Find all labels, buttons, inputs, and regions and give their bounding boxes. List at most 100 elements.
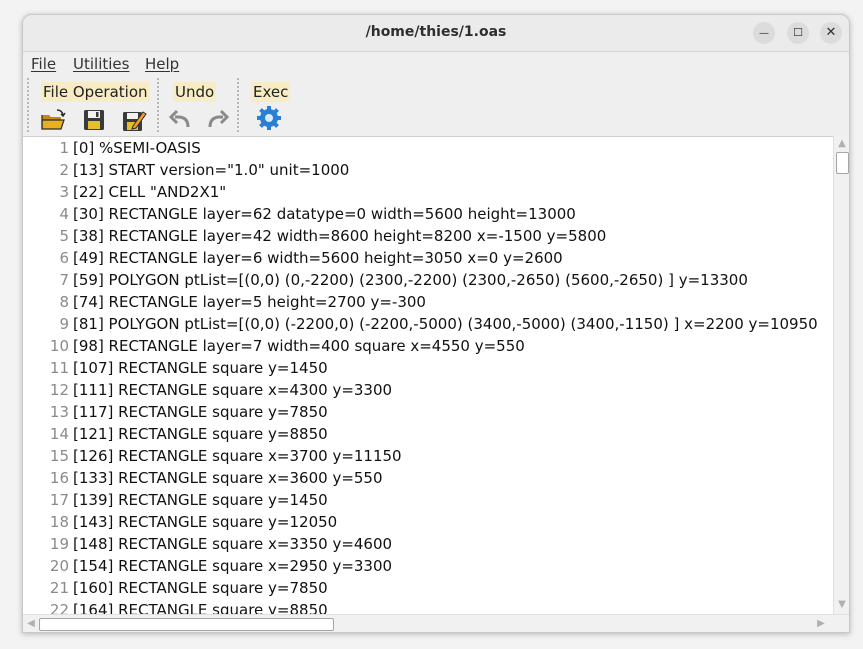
line-text: [30] RECTANGLE layer=62 datatype=0 width… (73, 205, 576, 223)
line-number: 18 (49, 513, 69, 531)
line-text: [126] RECTANGLE square x=3700 y=11150 (73, 447, 402, 465)
undo-button[interactable] (167, 106, 195, 134)
editor-line: 8 [74] RECTANGLE layer=5 height=2700 y=-… (23, 291, 833, 313)
line-number: 7 (59, 271, 69, 289)
line-number: 12 (49, 381, 69, 399)
toolbar-group-exec: Exec (237, 78, 299, 132)
line-number: 6 (59, 249, 69, 267)
editor-line: 12 [111] RECTANGLE square x=4300 y=3300 (23, 379, 833, 401)
redo-button[interactable] (203, 106, 231, 134)
editor-line: 7 [59] POLYGON ptList=[(0,0) (0,-2200) (… (23, 269, 833, 291)
exec-button[interactable] (255, 104, 283, 132)
undo-icon (168, 109, 190, 128)
line-number: 17 (49, 491, 69, 509)
group-label-file-operation: File Operation (41, 82, 150, 102)
window-title: /home/thies/1.oas (365, 24, 507, 40)
application-window: /home/thies/1.oas — ☐ ✕ File Utilities H… (22, 14, 850, 633)
line-number: 13 (49, 403, 69, 421)
line-text: [164] RECTANGLE square y=8850 (73, 601, 328, 615)
line-text: [0] %SEMI-OASIS (73, 139, 201, 157)
editor-line: 10 [98] RECTANGLE layer=7 width=400 squa… (23, 335, 833, 357)
line-text: [22] CELL "AND2X1" (73, 183, 227, 201)
scroll-down-icon[interactable]: ▼ (834, 598, 849, 612)
line-number: 15 (49, 447, 69, 465)
editor-line: 21 [160] RECTANGLE square y=7850 (23, 577, 833, 599)
line-text: [148] RECTANGLE square x=3350 y=4600 (73, 535, 393, 553)
line-text: [143] RECTANGLE square y=12050 (73, 513, 338, 531)
line-text: [13] START version="1.0" unit=1000 (73, 161, 350, 179)
menu-utilities[interactable]: Utilities (73, 55, 129, 73)
line-number: 9 (59, 315, 69, 333)
vertical-scrollbar[interactable]: ▲ ▼ (833, 136, 849, 614)
maximize-icon: ☐ (793, 26, 803, 39)
line-number: 21 (49, 579, 69, 597)
line-number: 10 (49, 337, 69, 355)
save-icon (84, 110, 104, 130)
save-as-button[interactable] (119, 106, 147, 134)
line-text: [139] RECTANGLE square y=1450 (73, 491, 328, 509)
line-number: 14 (49, 425, 69, 443)
line-text: [121] RECTANGLE square y=8850 (73, 425, 328, 443)
line-number: 3 (59, 183, 69, 201)
editor-line: 16 [133] RECTANGLE square x=3600 y=550 (23, 467, 833, 489)
line-number: 2 (59, 161, 69, 179)
vertical-scroll-thumb[interactable] (836, 152, 849, 174)
toolbar-group-file-operation: File Operation (27, 78, 155, 132)
horizontal-scroll-thumb[interactable] (39, 618, 334, 631)
toolbar-group-undo: Undo (157, 78, 235, 132)
maximize-button[interactable]: ☐ (787, 22, 809, 44)
line-text: [107] RECTANGLE square y=1450 (73, 359, 328, 377)
editor-line: 14 [121] RECTANGLE square y=8850 (23, 423, 833, 445)
line-number: 19 (49, 535, 69, 553)
save-as-icon (123, 111, 147, 131)
group-label-exec: Exec (251, 82, 291, 102)
text-editor[interactable]: 1 [0] %SEMI-OASIS 2 [13] START version="… (23, 136, 833, 615)
title-bar[interactable]: /home/thies/1.oas — ☐ ✕ (23, 15, 849, 52)
editor-line: 1 [0] %SEMI-OASIS (23, 137, 833, 159)
close-icon: ✕ (825, 25, 837, 40)
editor-line: 3 [22] CELL "AND2X1" (23, 181, 833, 203)
gear-icon (257, 106, 281, 130)
editor-line: 11 [107] RECTANGLE square y=1450 (23, 357, 833, 379)
editor-line: 6 [49] RECTANGLE layer=6 width=5600 heig… (23, 247, 833, 269)
editor-line: 20 [154] RECTANGLE square x=2950 y=3300 (23, 555, 833, 577)
minimize-icon: — (759, 28, 769, 39)
save-button[interactable] (80, 106, 108, 134)
minimize-button[interactable]: — (753, 22, 775, 44)
line-text: [81] POLYGON ptList=[(0,0) (-2200,0) (-2… (73, 315, 818, 333)
line-number: 5 (59, 227, 69, 245)
scroll-up-icon[interactable]: ▲ (834, 137, 849, 151)
toolbar: File Operation Undo Exec (23, 76, 849, 134)
editor-line: 15 [126] RECTANGLE square x=3700 y=11150 (23, 445, 833, 467)
line-number: 8 (59, 293, 69, 311)
open-button[interactable] (39, 106, 67, 134)
line-number: 22 (49, 601, 69, 615)
redo-icon (208, 109, 230, 128)
editor-line: 19 [148] RECTANGLE square x=3350 y=4600 (23, 533, 833, 555)
line-text: [59] POLYGON ptList=[(0,0) (0,-2200) (23… (73, 271, 748, 289)
open-folder-icon (41, 109, 66, 130)
scroll-left-icon[interactable]: ◀ (23, 617, 39, 631)
scroll-right-icon[interactable]: ▶ (813, 617, 829, 631)
line-text: [160] RECTANGLE square y=7850 (73, 579, 328, 597)
editor-line: 22 [164] RECTANGLE square y=8850 (23, 599, 833, 615)
menu-help[interactable]: Help (145, 55, 179, 73)
line-text: [117] RECTANGLE square y=7850 (73, 403, 328, 421)
horizontal-scrollbar[interactable]: ◀ ▶ (23, 614, 849, 632)
line-text: [154] RECTANGLE square x=2950 y=3300 (73, 557, 393, 575)
line-text: [38] RECTANGLE layer=42 width=8600 heigh… (73, 227, 607, 245)
editor-line: 18 [143] RECTANGLE square y=12050 (23, 511, 833, 533)
editor-line: 13 [117] RECTANGLE square y=7850 (23, 401, 833, 423)
line-number: 11 (49, 359, 69, 377)
line-number: 4 (59, 205, 69, 223)
line-number: 20 (49, 557, 69, 575)
line-text: [74] RECTANGLE layer=5 height=2700 y=-30… (73, 293, 426, 311)
editor-line: 17 [139] RECTANGLE square y=1450 (23, 489, 833, 511)
line-text: [98] RECTANGLE layer=7 width=400 square … (73, 337, 525, 355)
line-text: [49] RECTANGLE layer=6 width=5600 height… (73, 249, 563, 267)
menu-file[interactable]: File (31, 55, 56, 73)
editor-line: 5 [38] RECTANGLE layer=42 width=8600 hei… (23, 225, 833, 247)
group-label-undo: Undo (173, 82, 217, 102)
close-button[interactable]: ✕ (820, 22, 842, 44)
editor-line: 4 [30] RECTANGLE layer=62 datatype=0 wid… (23, 203, 833, 225)
